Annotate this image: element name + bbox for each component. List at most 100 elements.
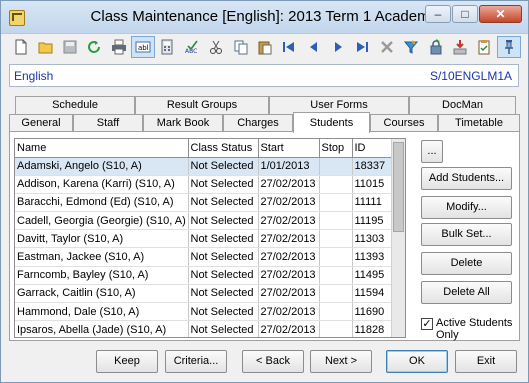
vertical-scrollbar[interactable] — [391, 139, 405, 337]
delete-all-button[interactable]: Delete All — [421, 281, 512, 304]
table-row[interactable]: Adamski, Angelo (S10, A) Not Selected 1/01… — [15, 157, 405, 176]
import-icon[interactable] — [448, 36, 472, 58]
text-field-icon[interactable]: abl — [130, 36, 156, 58]
new-document-icon[interactable] — [9, 36, 33, 58]
print-icon[interactable] — [107, 36, 131, 58]
column-header-name[interactable]: Name — [15, 139, 189, 158]
tab-general[interactable]: General — [9, 114, 73, 132]
save-icon[interactable] — [58, 36, 82, 58]
cell-stop — [319, 302, 353, 322]
refresh-icon[interactable] — [82, 36, 106, 58]
column-header-class-status[interactable]: Class Status — [188, 139, 259, 158]
column-header-start[interactable]: Start — [258, 139, 320, 158]
table-row[interactable]: Garrack, Caitlin (S10, A) Not Selected 27/… — [15, 284, 405, 304]
exit-button[interactable]: Exit — [455, 350, 517, 373]
bulk-set-button[interactable]: Bulk Set... — [421, 223, 512, 246]
cell-class-status: Not Selected — [188, 211, 259, 231]
cell-class-status: Not Selected — [188, 175, 259, 194]
keep-button[interactable]: Keep — [96, 350, 158, 373]
cell-class-status: Not Selected — [188, 247, 259, 267]
cell-name: Ipsaros, Abella (Jade) (S10, A) — [15, 320, 189, 337]
cell-stop — [319, 284, 353, 304]
tab-courses[interactable]: Courses — [370, 114, 438, 132]
last-record-icon[interactable] — [350, 36, 374, 58]
cell-class-status: Not Selected — [188, 266, 259, 285]
cell-stop — [319, 157, 353, 176]
cell-stop — [319, 193, 353, 213]
subject-name: English — [14, 69, 54, 83]
next-record-icon[interactable] — [326, 36, 350, 58]
table-row[interactable]: Davitt, Taylor (S10, A) Not Selected 27/02… — [15, 229, 405, 249]
filter-icon[interactable] — [399, 36, 423, 58]
cell-class-status: Not Selected — [188, 302, 259, 322]
cell-stop — [319, 266, 353, 285]
table-row[interactable]: Farncomb, Bayley (S10, A) Not Selected 27/… — [15, 266, 405, 285]
tab-students[interactable]: Students — [293, 112, 370, 133]
paste-icon[interactable] — [253, 36, 277, 58]
tab-mark-book[interactable]: Mark Book — [143, 114, 223, 132]
tab-charges[interactable]: Charges — [223, 114, 293, 132]
open-folder-icon[interactable] — [33, 36, 57, 58]
class-maintenance-window: Class Maintenance [English]: 2013 Term 1… — [0, 0, 529, 383]
ok-button[interactable]: OK — [386, 350, 448, 373]
tab-timetable[interactable]: Timetable — [438, 114, 520, 132]
cell-start: 27/02/2013 — [258, 229, 320, 249]
delete-button[interactable]: Delete — [421, 252, 512, 275]
add-students-button[interactable]: Add Students... — [421, 167, 512, 190]
cell-name: Addison, Karena (Karri) (S10, A) — [15, 175, 189, 194]
criteria-button[interactable]: Criteria... — [165, 350, 227, 373]
table-row[interactable]: Ipsaros, Abella (Jade) (S10, A) Not Selec… — [15, 320, 405, 337]
table-row[interactable]: Eastman, Jackee (S10, A) Not Selected 27/0… — [15, 247, 405, 267]
spell-check-icon[interactable]: ABC — [180, 36, 204, 58]
title-bar[interactable]: Class Maintenance [English]: 2013 Term 1… — [1, 1, 528, 34]
toolbar: abl ABC — [9, 35, 521, 59]
cell-start: 27/02/2013 — [258, 320, 320, 337]
cell-start: 27/02/2013 — [258, 302, 320, 322]
cell-stop — [319, 229, 353, 249]
cell-start: 27/02/2013 — [258, 266, 320, 285]
pin-icon[interactable] — [496, 36, 521, 58]
students-grid[interactable]: Name Class Status Start Stop ID Adamski,… — [14, 138, 406, 338]
lock-icon[interactable] — [423, 36, 447, 58]
cell-name: Eastman, Jackee (S10, A) — [15, 247, 189, 267]
students-panel: Name Class Status Start Stop ID Adamski,… — [9, 131, 520, 341]
cell-name: Baracchi, Edmond (Ed) (S10, A) — [15, 193, 189, 213]
cell-start: 1/01/2013 — [258, 157, 320, 176]
cell-start: 27/02/2013 — [258, 284, 320, 304]
next-button[interactable]: Next > — [310, 350, 372, 373]
window-controls: – □ ✕ — [425, 5, 522, 23]
clipboard-icon[interactable] — [472, 36, 496, 58]
tab-result-groups[interactable]: Result Groups — [135, 96, 269, 114]
cell-start: 27/02/2013 — [258, 247, 320, 267]
minimize-button[interactable]: – — [425, 5, 451, 23]
back-button[interactable]: < Back — [242, 350, 304, 373]
cell-name: Davitt, Taylor (S10, A) — [15, 229, 189, 249]
scrollbar-thumb[interactable] — [393, 142, 404, 232]
modify-button[interactable]: Modify... — [421, 196, 512, 219]
tab-schedule[interactable]: Schedule — [15, 96, 135, 114]
calculator-icon[interactable] — [155, 36, 179, 58]
svg-text:abl: abl — [138, 44, 149, 52]
first-record-icon[interactable] — [277, 36, 301, 58]
cell-class-status: Not Selected — [188, 320, 259, 337]
tab-staff[interactable]: Staff — [73, 114, 143, 132]
students-table: Name Class Status Start Stop ID Adamski,… — [15, 139, 405, 337]
more-options-button[interactable]: ... — [421, 140, 443, 163]
cut-icon[interactable] — [204, 36, 228, 58]
cell-stop — [319, 211, 353, 231]
close-button[interactable]: ✕ — [479, 5, 522, 23]
column-header-stop[interactable]: Stop — [319, 139, 353, 158]
delete-icon[interactable] — [375, 36, 399, 58]
previous-record-icon[interactable] — [302, 36, 326, 58]
table-row[interactable]: Addison, Karena (Karri) (S10, A) Not Sele… — [15, 175, 405, 194]
table-row[interactable]: Baracchi, Edmond (Ed) (S10, A) Not Select… — [15, 193, 405, 213]
cell-name: Cadell, Georgia (Georgie) (S10, A) — [15, 211, 189, 231]
maximize-button[interactable]: □ — [452, 5, 478, 23]
cell-start: 27/02/2013 — [258, 175, 320, 194]
tab-docman[interactable]: DocMan — [409, 96, 516, 114]
cell-class-status: Not Selected — [188, 284, 259, 304]
copy-icon[interactable] — [228, 36, 252, 58]
table-row[interactable]: Hammond, Dale (S10, A) Not Selected 27/02/… — [15, 302, 405, 322]
checkbox-box[interactable]: ✓ — [421, 318, 433, 330]
table-row[interactable]: Cadell, Georgia (Georgie) (S10, A) Not Se… — [15, 211, 405, 231]
